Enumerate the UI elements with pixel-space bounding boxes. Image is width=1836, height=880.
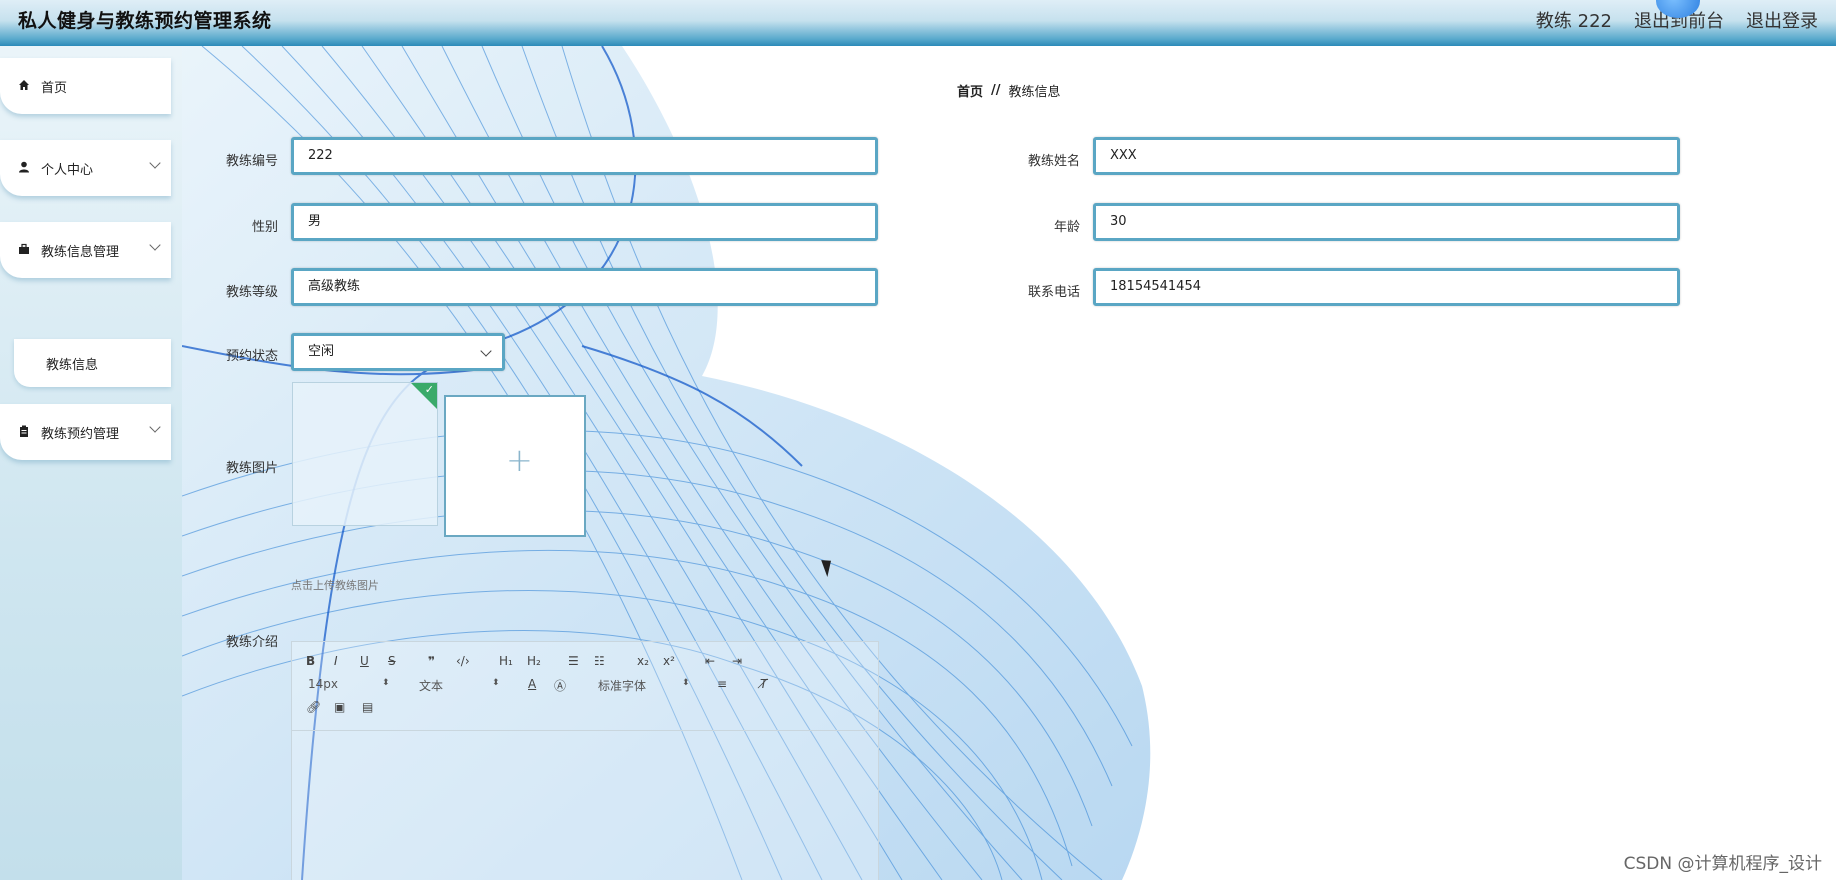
sidebar-item-label: 首页 <box>41 80 68 96</box>
top-bar: 私人健身与教练预约管理系统 教练 222 退出到前台 退出登录 <box>0 0 1836 46</box>
uploaded-image-thumbnail[interactable]: ✓ <box>292 382 438 526</box>
main-content: 首页 // 教练信息 教练编号 222 教练姓名 XXX 性别 男 年龄 30 … <box>182 46 1836 880</box>
chevron-down-icon <box>149 239 161 251</box>
underline-icon[interactable]: U <box>360 654 369 668</box>
outdent-icon[interactable]: ⇤ <box>705 654 715 668</box>
ordered-list-icon[interactable]: ☰ <box>568 654 579 668</box>
current-user-label[interactable]: 教练 222 <box>1536 7 1612 33</box>
coach-no-field[interactable]: 222 <box>291 137 878 175</box>
upload-tip: 点击上传教练图片 <box>291 579 379 592</box>
image-label: 教练图片 <box>225 461 278 476</box>
sort-arrows-icon: ⬍ <box>492 678 500 688</box>
level-label: 教练等级 <box>225 285 278 300</box>
rich-text-editor: B I U S ❞ ‹/› H₁ H₂ ☰ ☷ x₂ x² ⇤ ⇥ 14px ⬍… <box>291 641 879 880</box>
font-size-select[interactable]: 14px <box>308 677 338 691</box>
sidebar-item-label: 个人中心 <box>41 162 94 178</box>
breadcrumb: 首页 // 教练信息 <box>957 81 1061 100</box>
status-label: 预约状态 <box>225 349 278 364</box>
sidebar-item-label: 教练预约管理 <box>41 426 120 442</box>
breadcrumb-separator: // <box>991 83 1001 98</box>
check-icon: ✓ <box>424 383 434 396</box>
breadcrumb-current: 教练信息 <box>1008 85 1061 100</box>
coach-name-field[interactable]: XXX <box>1093 137 1680 175</box>
sidebar-item-home[interactable]: 首页 <box>0 58 171 114</box>
sort-arrows-icon: ⬍ <box>682 678 690 688</box>
editor-toolbar: B I U S ❞ ‹/› H₁ H₂ ☰ ☷ x₂ x² ⇤ ⇥ 14px ⬍… <box>292 642 878 731</box>
age-field[interactable]: 30 <box>1093 203 1680 241</box>
link-icon[interactable]: 🔗︎ <box>306 700 321 714</box>
image-icon[interactable]: ▣ <box>334 700 345 714</box>
clear-format-icon[interactable]: T̸ <box>760 677 767 691</box>
indent-icon[interactable]: ⇥ <box>732 654 742 668</box>
sidebar-subitem-coach-info[interactable]: 教练信息 <box>14 339 171 387</box>
heading-2-icon[interactable]: H₂ <box>527 654 541 668</box>
superscript-icon[interactable]: x² <box>663 654 675 668</box>
bold-icon[interactable]: B <box>306 654 315 668</box>
user-icon <box>18 161 32 176</box>
font-family-select[interactable]: 标准字体 <box>598 677 646 694</box>
app-title: 私人健身与教练预约管理系统 <box>18 10 272 32</box>
block-type-select[interactable]: 文本 <box>419 677 443 694</box>
sidebar-item-personal-center[interactable]: 个人中心 <box>0 140 171 196</box>
sidebar: 首页 个人中心 教练信息管理 教练信息 教练预约管理 <box>0 46 182 880</box>
gender-field[interactable]: 男 <box>291 203 878 241</box>
age-label: 年龄 <box>1053 220 1080 235</box>
logout-link[interactable]: 退出登录 <box>1746 7 1818 33</box>
subscript-icon[interactable]: x₂ <box>637 654 649 668</box>
breadcrumb-home[interactable]: 首页 <box>957 81 983 100</box>
sort-arrows-icon: ⬍ <box>382 678 390 688</box>
plus-icon: + <box>506 441 533 479</box>
sidebar-item-coach-booking-management[interactable]: 教练预约管理 <box>0 404 171 460</box>
phone-field[interactable]: 18154541454 <box>1093 268 1680 306</box>
coach-no-label: 教练编号 <box>225 154 278 169</box>
level-field[interactable]: 高级教练 <box>291 268 878 306</box>
video-icon[interactable]: ▤ <box>362 700 373 714</box>
briefcase-icon <box>18 243 32 258</box>
sidebar-item-label: 教练信息管理 <box>41 244 120 260</box>
home-icon <box>18 79 32 94</box>
chevron-down-icon <box>480 345 492 357</box>
image-upload-button[interactable]: + <box>444 395 586 537</box>
chevron-down-icon <box>149 157 161 169</box>
bullet-list-icon[interactable]: ☷ <box>594 654 605 668</box>
phone-label: 联系电话 <box>1027 285 1080 300</box>
italic-icon[interactable]: I <box>334 654 338 668</box>
status-select-value: 空闲 <box>308 344 335 359</box>
align-icon[interactable]: ≡ <box>717 677 727 691</box>
blockquote-icon[interactable]: ❞ <box>428 654 435 668</box>
background-color-icon[interactable]: Ⓐ <box>554 677 566 694</box>
sidebar-item-coach-info-management[interactable]: 教练信息管理 <box>0 222 171 278</box>
gender-label: 性别 <box>251 220 278 235</box>
watermark: CSDN @计算机程序_设计 <box>1623 854 1822 874</box>
clipboard-icon <box>18 425 32 440</box>
intro-label: 教练介绍 <box>225 635 278 650</box>
status-select[interactable]: 空闲 <box>291 333 505 371</box>
heading-1-icon[interactable]: H₁ <box>499 654 513 668</box>
coach-name-label: 教练姓名 <box>1027 154 1080 169</box>
chevron-down-icon <box>149 421 161 433</box>
font-color-icon[interactable]: A <box>528 677 536 691</box>
code-block-icon[interactable]: ‹/› <box>456 654 470 668</box>
strikethrough-icon[interactable]: S <box>388 654 396 668</box>
